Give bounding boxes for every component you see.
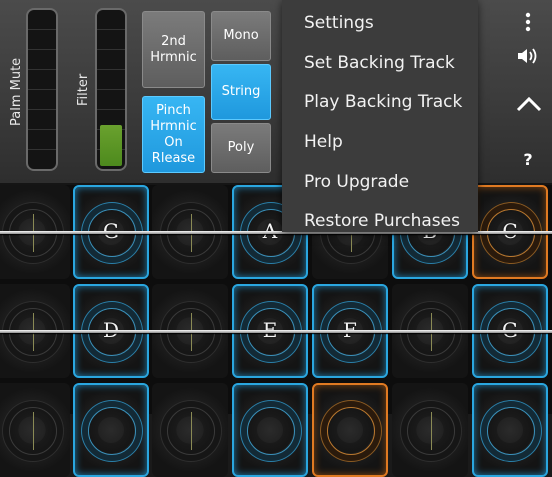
fret-pad[interactable] (472, 383, 548, 477)
palm-mute-slider[interactable] (26, 8, 58, 171)
speaker-icon[interactable] (512, 42, 544, 70)
pinch-harmonic-label: Pinch Hrmnic On Rlease (150, 102, 197, 166)
more-vertical-icon[interactable] (514, 8, 542, 36)
filter-label: Filter (76, 73, 91, 106)
help-icon[interactable]: ? (514, 146, 542, 172)
fret-pad[interactable] (152, 383, 228, 477)
fret-pad[interactable] (392, 383, 468, 477)
menu-item-pro-upgrade[interactable]: Pro Upgrade (304, 172, 409, 192)
second-harmonic-button[interactable]: 2nd Hrmnic (142, 11, 205, 88)
poly-button[interactable]: Poly (211, 123, 271, 173)
filter-level-fill (100, 125, 122, 166)
chevron-up-icon[interactable] (512, 90, 546, 118)
filter-slider[interactable] (95, 8, 127, 171)
string-button[interactable]: String (211, 64, 271, 120)
fret-pad[interactable] (312, 383, 388, 477)
menu-item-set-backing-track[interactable]: Set Backing Track (304, 53, 455, 73)
palm-mute-label: Palm Mute (9, 57, 24, 126)
second-harmonic-label: 2nd Hrmnic (150, 33, 197, 65)
menu-item-settings[interactable]: Settings (304, 13, 374, 33)
menu-item-play-backing-track[interactable]: Play Backing Track (304, 92, 462, 112)
fret-pad[interactable] (73, 383, 149, 477)
guitar-string (0, 330, 552, 333)
fret-pad[interactable] (0, 383, 70, 477)
pinch-harmonic-button[interactable]: Pinch Hrmnic On Rlease (142, 96, 205, 173)
mono-button[interactable]: Mono (211, 11, 271, 61)
menu-item-help[interactable]: Help (304, 132, 343, 152)
fret-pad[interactable] (232, 383, 308, 477)
menu-item-restore-purchases[interactable]: Restore Purchases (304, 211, 460, 231)
overflow-menu: Settings Set Backing Track Play Backing … (282, 0, 478, 232)
